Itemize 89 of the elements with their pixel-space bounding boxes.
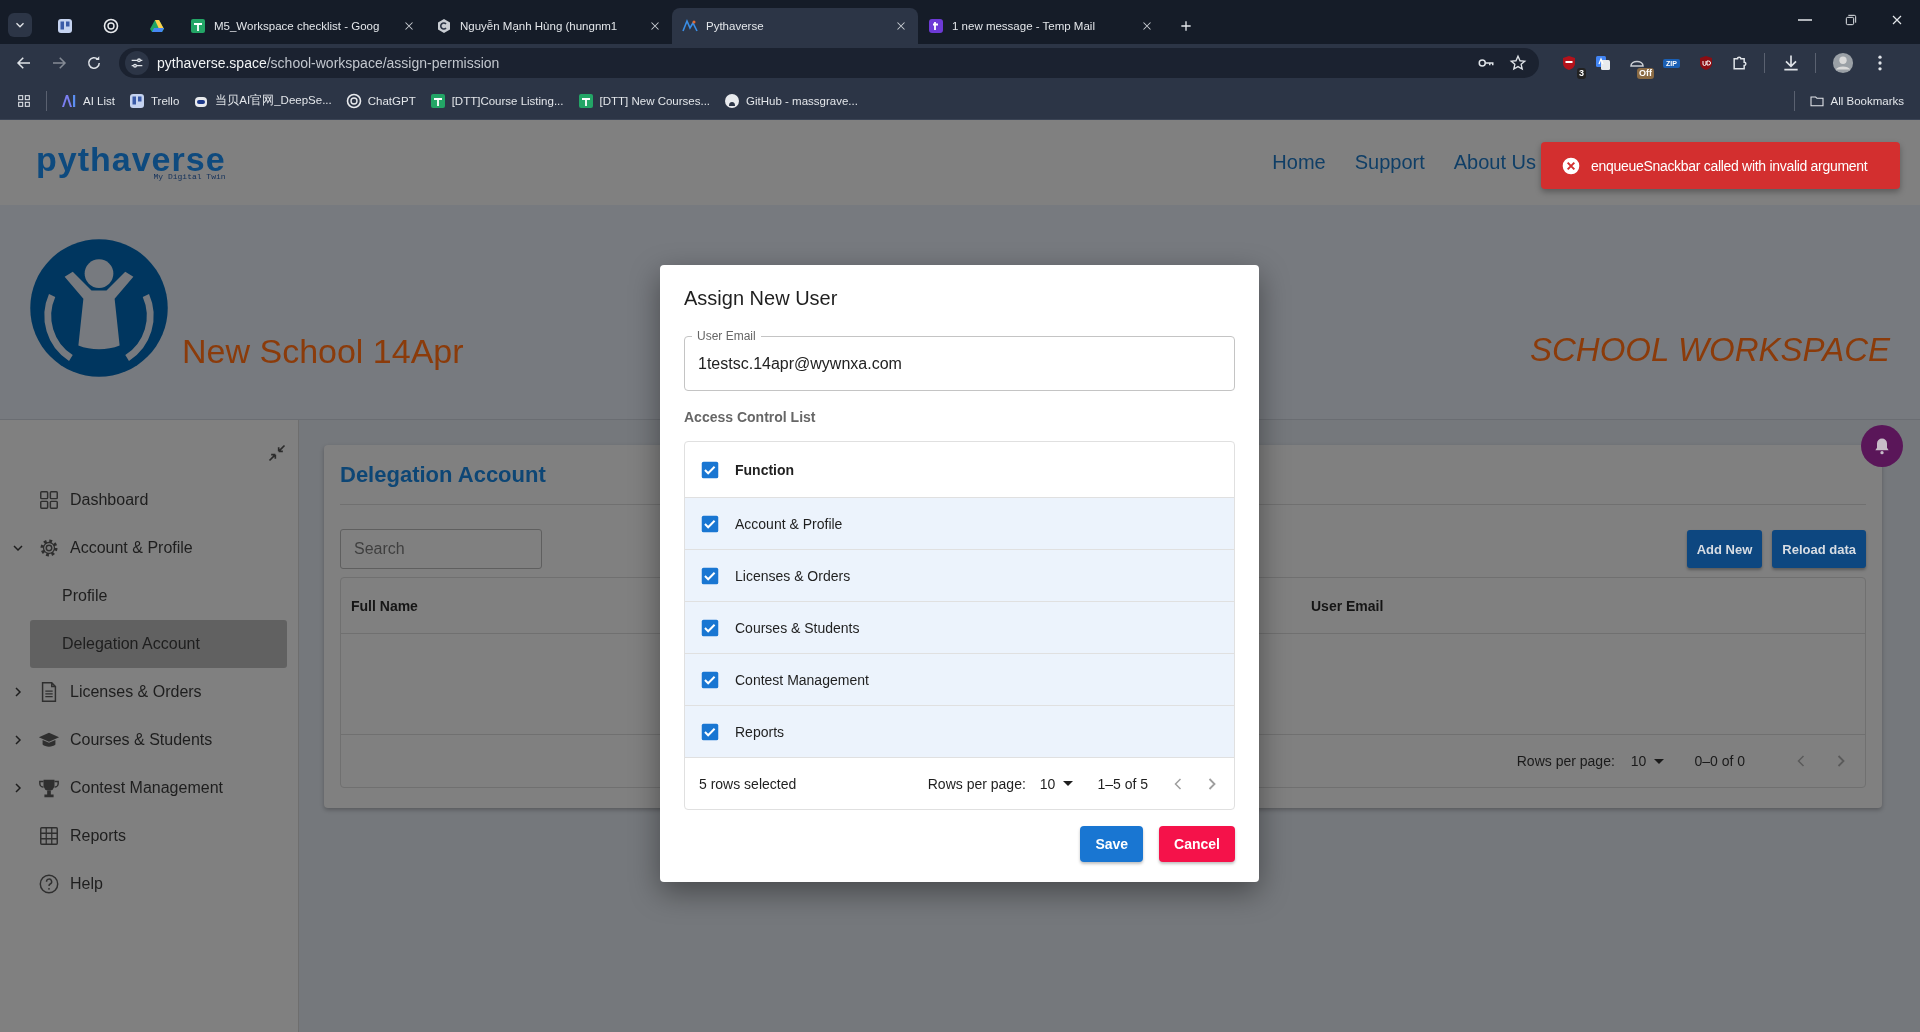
rows-per-page-select[interactable]: 10 (1039, 775, 1074, 792)
minimize-icon (1798, 19, 1812, 21)
back-icon (15, 54, 33, 72)
restore-icon (1843, 12, 1859, 28)
sheet-icon (577, 92, 594, 109)
board-icon (57, 18, 73, 34)
bookmark[interactable]: AI List (61, 92, 115, 109)
snackbar-message: enqueueSnackbar called with invalid argument (1591, 157, 1868, 174)
action-button[interactable]: Reload data (1772, 530, 1866, 568)
sidebar-item[interactable]: Help (0, 860, 287, 908)
browser-tab[interactable]: Pythaverse (672, 8, 918, 44)
triangle-icon (149, 18, 165, 34)
sidebar-item[interactable]: Account & Profile (0, 524, 287, 572)
tab-title: Nguyễn Mạnh Hùng (hungnm1 (460, 20, 619, 32)
error-icon (1561, 155, 1581, 176)
caret-icon (1654, 758, 1665, 764)
column-header: Function (735, 461, 795, 478)
plus-icon (1178, 18, 1194, 34)
reload-icon (85, 54, 103, 72)
school-name: New School 14Apr (182, 332, 464, 371)
selection-count: 5 rows selected (699, 775, 797, 792)
sidebar-item[interactable]: Courses & Students (0, 716, 287, 764)
shield-icon (1697, 55, 1714, 71)
hexagon-icon (436, 18, 452, 34)
browser-tab[interactable]: Nguyễn Mạnh Hùng (hungnm1 (426, 8, 672, 44)
workspace-title: SCHOOL WORKSPACE (1529, 331, 1890, 369)
url-text: pythaverse.space/school-workspace/assign-permission (157, 55, 500, 71)
column-header: Full Name (351, 597, 418, 614)
field-label: User Email (692, 329, 761, 343)
collapse-icon[interactable] (267, 443, 287, 463)
status-badge: Off (1637, 68, 1654, 79)
sheet-icon (190, 18, 206, 34)
grid-icon (38, 489, 60, 511)
sidebar-item[interactable]: Licenses & Orders (0, 668, 287, 716)
apps-icon (16, 92, 32, 109)
table-row[interactable]: Account & Profile (685, 497, 1234, 549)
avatar-icon[interactable] (1831, 52, 1854, 74)
tab-search-button[interactable] (8, 13, 32, 37)
tab-title: Pythaverse (706, 20, 765, 32)
board-icon (128, 92, 145, 109)
apps-button[interactable] (16, 92, 32, 109)
translate-icon (1595, 55, 1611, 71)
sheet-icon (429, 92, 446, 109)
sidebar-item[interactable]: Reports (0, 812, 287, 860)
cancel-button[interactable]: Cancel (1159, 826, 1235, 862)
browser-tab[interactable]: M5_Workspace checklist - Goog (180, 8, 426, 44)
all-bookmarks-button[interactable]: All Bookmarks (1808, 92, 1904, 109)
table-icon (38, 825, 60, 847)
rows-per-page-label: Rows per page: (1516, 753, 1615, 769)
bookmark[interactable]: [DTT]Course Listing... (429, 92, 564, 109)
mail-icon (928, 18, 944, 34)
sidebar-item[interactable]: Dashboard (0, 476, 287, 524)
notification-button[interactable] (1861, 425, 1903, 467)
wave-icon (682, 18, 698, 34)
rows-per-page-select[interactable]: 10 (1630, 753, 1665, 769)
page-range: 1–5 of 5 (1097, 775, 1148, 792)
dialog-title: Assign New User (684, 287, 839, 310)
page-title: Delegation Account (340, 461, 546, 488)
bookmark[interactable]: ChatGPT (345, 92, 416, 109)
sidebar-item[interactable]: Profile (30, 572, 287, 620)
table-row[interactable]: Reports (685, 705, 1234, 757)
bookmark[interactable]: GitHub - massgrave... (724, 92, 858, 109)
sidebar-item[interactable]: Contest Management (0, 764, 287, 812)
section-label: Access Control List (684, 409, 817, 425)
gear-icon (38, 537, 60, 559)
star-icon[interactable] (1509, 54, 1527, 72)
caret-icon (1063, 781, 1074, 786)
search-field[interactable]: Search (340, 529, 542, 569)
page-range: 0–0 of 0 (1694, 753, 1745, 769)
table-row[interactable]: Courses & Students (685, 601, 1234, 653)
forward-icon (50, 54, 68, 72)
shield-icon (1561, 55, 1577, 71)
save-button[interactable]: Save (1080, 826, 1144, 862)
rows-per-page-label: Rows per page: (927, 775, 1026, 792)
browser-tab[interactable]: 1 new message - Temp Mail (918, 8, 1164, 44)
column-header: User Email (1311, 597, 1384, 614)
table-row[interactable]: Contest Management (685, 653, 1234, 705)
help-icon (38, 873, 60, 895)
ai-icon (61, 92, 77, 109)
tab-title: 1 new message - Temp Mail (952, 20, 1096, 32)
count-badge: 3 (1577, 68, 1586, 79)
address-bar[interactable]: pythaverse.space/school-workspace/assign-permission (119, 48, 1539, 78)
bookmark[interactable]: 当贝AI官网_DeepSe... (193, 92, 332, 109)
trophy-icon (38, 777, 60, 799)
table-row[interactable]: Licenses & Orders (685, 549, 1234, 601)
bookmark[interactable]: [DTT] New Courses... (577, 92, 711, 109)
bookmark[interactable]: Trello (128, 92, 180, 109)
tab-title: M5_Workspace checklist - Goog (214, 20, 381, 32)
action-button[interactable]: Add New (1686, 530, 1763, 568)
